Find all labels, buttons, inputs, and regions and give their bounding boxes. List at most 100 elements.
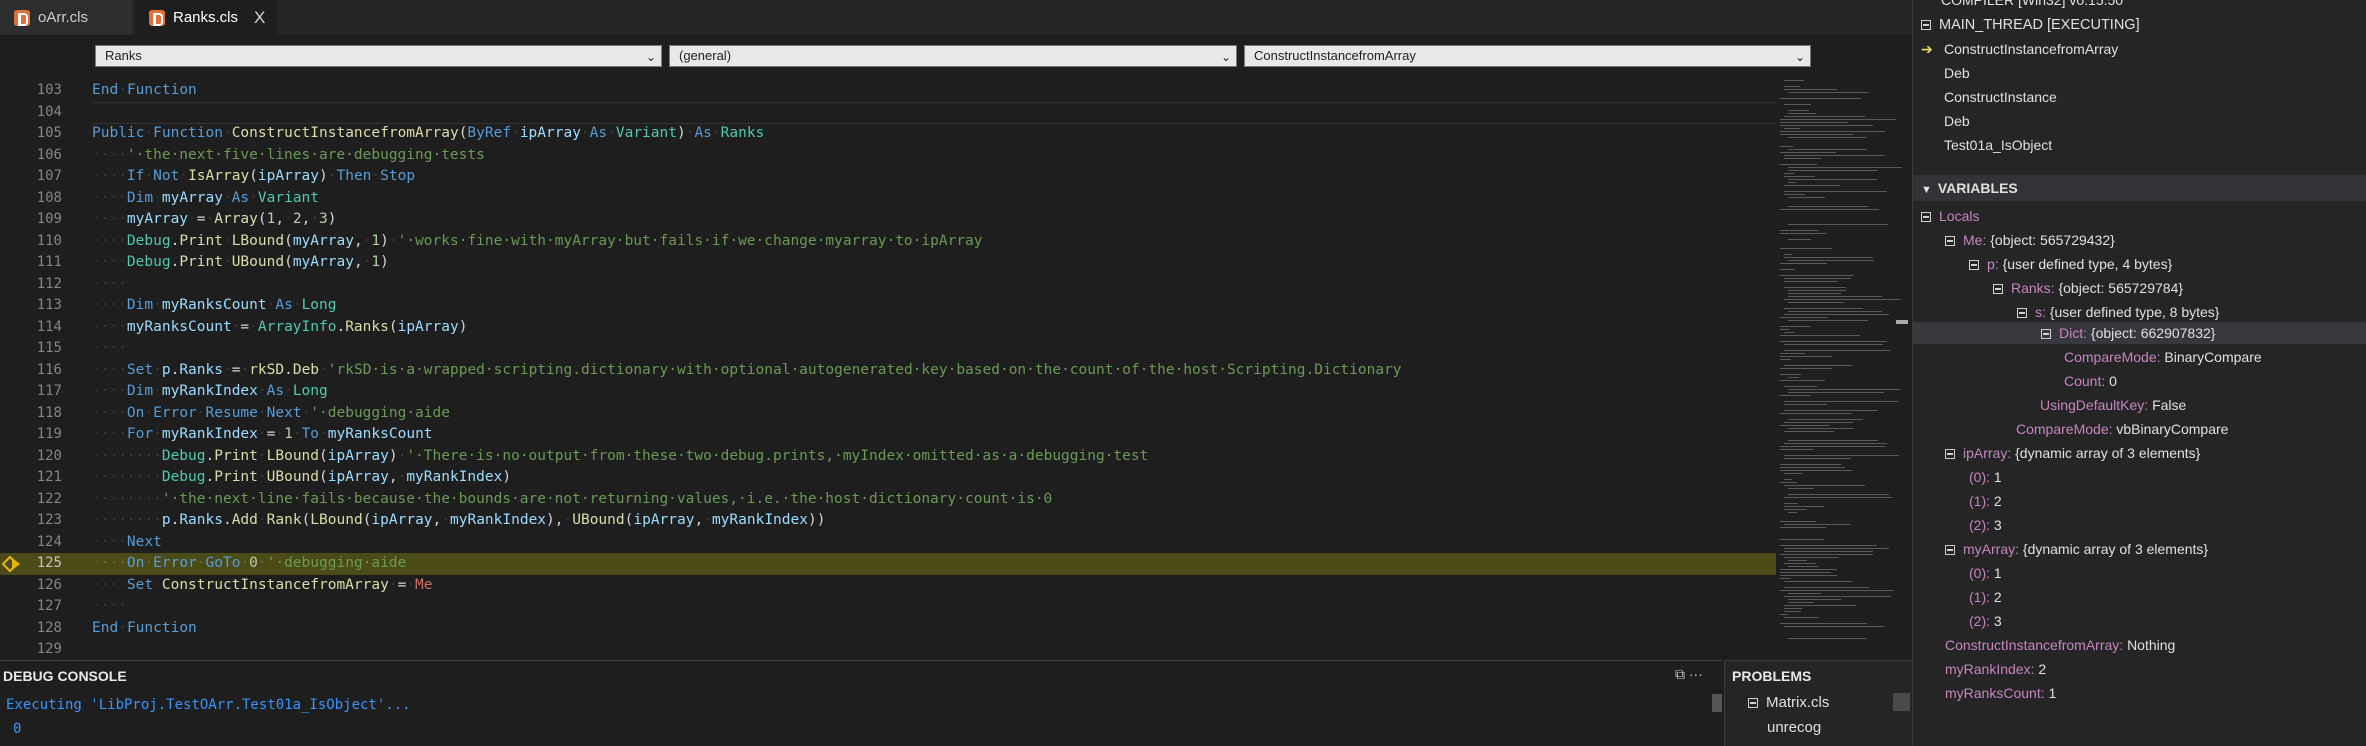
debug-console-title[interactable]: DEBUG CONSOLE xyxy=(3,668,127,684)
code-line[interactable]: 106 ····'·the·next·five·lines·are·debuggi… xyxy=(0,145,1776,167)
code-line[interactable]: 107 ····If·Not·IsArray(ipArray)·Then·Stop xyxy=(0,166,1776,188)
variable-row[interactable]: (0): 1 xyxy=(1969,469,2002,485)
locals-scope[interactable]: Locals xyxy=(1921,208,1979,224)
problems-title[interactable]: PROBLEMS xyxy=(1732,668,1811,684)
minimap-line xyxy=(1784,89,1837,90)
code-line[interactable]: 110 ····Debug.Print·LBound(myArray,·1)·'·… xyxy=(0,231,1776,253)
collapse-icon[interactable] xyxy=(1945,545,1955,555)
variable-row[interactable]: (0): 1 xyxy=(1969,565,2002,581)
close-icon[interactable]: X xyxy=(254,8,265,28)
call-stack-frame[interactable]: ConstructInstance xyxy=(1944,89,2057,105)
tab-oarr[interactable]: oArr.cls xyxy=(0,0,134,35)
current-execution-line[interactable]: 125 ····On·Error·GoTo·0·'·debugging·aide xyxy=(0,553,1776,575)
call-stack-frame[interactable]: Deb xyxy=(1944,65,1970,81)
main-thread-row[interactable]: MAIN_THREAD [EXECUTING] xyxy=(1921,17,2140,33)
variable-row[interactable]: ipArray: {dynamic array of 3 elements} xyxy=(1945,445,2200,461)
code-line[interactable]: 119 ····For·myRankIndex·=·1·To·myRanksCou… xyxy=(0,424,1776,446)
collapse-icon[interactable] xyxy=(1921,20,1931,30)
code-line[interactable]: 123 ········p.Ranks.Add·Rank(LBound(ipArr… xyxy=(0,510,1776,532)
minimap-line xyxy=(1788,419,1863,420)
collapse-icon[interactable] xyxy=(1921,212,1931,222)
code-line[interactable]: 118 ····On·Error·Resume·Next·'·debugging·… xyxy=(0,403,1776,425)
minimap-line xyxy=(1780,152,1836,153)
code-line[interactable]: 108 ····Dim·myArray·As·Variant xyxy=(0,188,1776,210)
call-stack-frame[interactable]: Test01a_IsObject xyxy=(1944,137,2052,153)
code-line[interactable]: 129 xyxy=(0,639,1776,661)
code-line[interactable]: 124 ····Next xyxy=(0,532,1776,554)
variable-name: Me: xyxy=(1963,232,1987,248)
console-scrollbar[interactable] xyxy=(1712,694,1722,712)
variable-row[interactable]: Ranks: {object: 565729784} xyxy=(1993,280,2183,296)
variable-row[interactable]: (2): 3 xyxy=(1969,613,2002,629)
variable-value: 3 xyxy=(1993,613,2002,629)
minimap-line xyxy=(1780,326,1810,327)
code-line[interactable]: 120 ········Debug.Print·LBound(ipArray)·'… xyxy=(0,446,1776,468)
locals-label: Locals xyxy=(1939,208,1980,224)
code-line[interactable]: 112 ···· xyxy=(0,274,1776,296)
code-line[interactable]: 128 End·Function xyxy=(0,618,1776,640)
variable-row[interactable]: Me: {object: 565729432} xyxy=(1945,232,2115,248)
variable-row[interactable]: (1): 2 xyxy=(1969,589,2002,605)
variable-name: ipArray: xyxy=(1963,445,2012,461)
variables-header-label[interactable]: ▼ VARIABLES xyxy=(1921,180,2018,196)
variable-row[interactable]: myArray: {dynamic array of 3 elements} xyxy=(1945,541,2208,557)
collapse-icon[interactable] xyxy=(1945,236,1955,246)
code-line[interactable]: 111 ····Debug.Print·UBound(myArray,·1) xyxy=(0,252,1776,274)
call-stack-frame[interactable]: ConstructInstancefromArray xyxy=(1944,41,2118,57)
code-line[interactable]: 109 ····myArray·=·Array(1,·2,·3) xyxy=(0,209,1776,231)
variable-row[interactable]: myRankIndex: 2 xyxy=(1945,661,2046,677)
collapse-icon[interactable] xyxy=(2017,308,2027,318)
minimap-line xyxy=(1780,317,1828,318)
code-line[interactable]: 116 ····Set·p.Ranks·=·rkSD.Deb·'rkSD·is·a… xyxy=(0,360,1776,382)
minimap-line xyxy=(1780,470,1852,471)
variable-row[interactable]: Count: 0 xyxy=(2064,373,2117,389)
code-line[interactable]: 103 End·Function xyxy=(0,80,1776,102)
thread-label: MAIN_THREAD [EXECUTING] xyxy=(1939,17,2140,33)
code-line[interactable]: 115 ···· xyxy=(0,338,1776,360)
variable-row[interactable]: s: {user defined type, 8 bytes} xyxy=(2017,304,2219,320)
code-line[interactable]: 104 xyxy=(0,102,1776,124)
problems-file-label: Matrix.cls xyxy=(1766,694,1830,711)
collapse-icon[interactable] xyxy=(1945,449,1955,459)
variable-row[interactable]: (2): 3 xyxy=(1969,517,2002,533)
variable-row[interactable]: (1): 2 xyxy=(1969,493,2002,509)
collapse-icon[interactable] xyxy=(1748,698,1758,708)
code-line[interactable]: 114 ····myRanksCount·=·ArrayInfo.Ranks(ip… xyxy=(0,317,1776,339)
more-actions-icon[interactable]: ⧉ ··· xyxy=(1675,666,1703,683)
call-stack-header[interactable]: COMPILER [Win32] v0.15.50 xyxy=(1941,0,2123,8)
problems-file[interactable]: Matrix.cls xyxy=(1748,694,1829,711)
code-line[interactable]: 127 ···· xyxy=(0,596,1776,618)
collapse-icon[interactable] xyxy=(1993,284,2003,294)
procedure-select[interactable]: ConstructInstancefromArray ⌄ xyxy=(1244,45,1811,67)
tab-ranks[interactable]: Ranks.cls X xyxy=(135,0,277,35)
call-stack-frame[interactable]: Deb xyxy=(1944,113,1970,129)
variable-row[interactable]: CompareMode: BinaryCompare xyxy=(2064,349,2262,365)
code-line[interactable]: 126 ····Set·ConstructInstancefromArray·=·… xyxy=(0,575,1776,597)
problems-item[interactable]: unrecog xyxy=(1767,719,1821,736)
code-line[interactable]: 122 ········'·the·next·line·fails·because… xyxy=(0,489,1776,511)
variable-row[interactable]: myRanksCount: 1 xyxy=(1945,685,2056,701)
code-line[interactable]: 113 ····Dim·myRanksCount·As·Long xyxy=(0,295,1776,317)
module-select[interactable]: Ranks ⌄ xyxy=(95,45,662,67)
variable-row[interactable]: p: {user defined type, 4 bytes} xyxy=(1969,256,2172,272)
minimap-line xyxy=(1780,374,1801,375)
minimap-line xyxy=(1780,539,1824,540)
code-line[interactable]: 121 ········Debug.Print·UBound(ipArray,·m… xyxy=(0,467,1776,489)
minimap-line xyxy=(1780,98,1861,99)
code-line[interactable]: 117 ····Dim·myRankIndex·As·Long xyxy=(0,381,1776,403)
variable-row[interactable]: ConstructInstancefromArray: Nothing xyxy=(1945,637,2175,653)
variable-row[interactable]: Dict: {object: 662907832} xyxy=(2041,325,2215,341)
variable-row[interactable]: UsingDefaultKey: False xyxy=(2040,397,2186,413)
editor-scrollbar[interactable] xyxy=(1896,320,1908,324)
problems-scrollbar[interactable] xyxy=(1893,693,1910,711)
code-line[interactable]: 105 Public·Function·ConstructInstancefrom… xyxy=(0,123,1776,145)
minimap-line xyxy=(1780,119,1896,120)
minimap[interactable] xyxy=(1776,80,1906,655)
variable-row[interactable]: CompareMode: vbBinaryCompare xyxy=(2016,421,2228,437)
object-select[interactable]: (general) ⌄ xyxy=(669,45,1237,67)
collapse-icon[interactable] xyxy=(2041,329,2051,339)
code-editor[interactable]: 103 End·Function 104 105 Public·Function·C… xyxy=(0,80,1776,660)
minimap-line xyxy=(1784,257,1873,258)
minimap-line xyxy=(1780,356,1832,357)
collapse-icon[interactable] xyxy=(1969,260,1979,270)
